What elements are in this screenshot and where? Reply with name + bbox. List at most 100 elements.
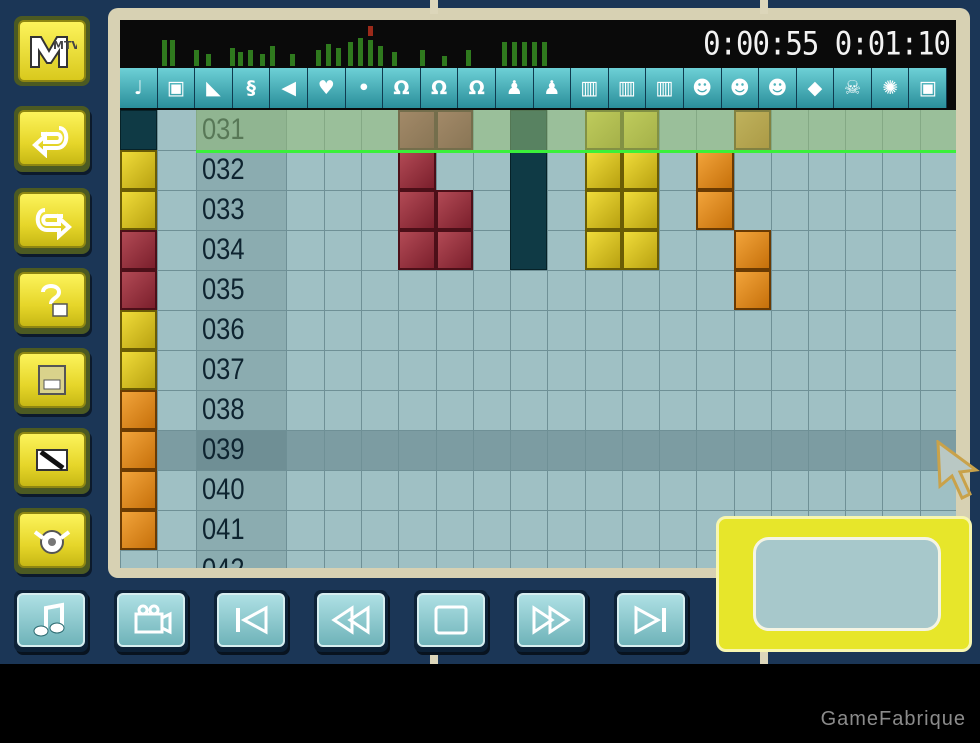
grid-line xyxy=(659,110,660,568)
note-block[interactable] xyxy=(398,230,436,270)
note-block[interactable] xyxy=(436,190,473,230)
face-icon[interactable]: ☻ xyxy=(759,68,797,108)
undo-arrow-icon xyxy=(32,126,69,158)
row-number-label: 036 xyxy=(202,313,245,346)
speaker-icon xyxy=(33,530,71,554)
frame-divider xyxy=(760,650,768,664)
paperclip-icon[interactable]: § xyxy=(232,68,271,108)
redo-button[interactable] xyxy=(14,188,90,254)
note-block[interactable] xyxy=(120,150,157,190)
note-block[interactable] xyxy=(120,510,157,550)
figure-icon[interactable]: ♟ xyxy=(533,68,572,108)
note-block[interactable] xyxy=(120,110,157,150)
note-icon[interactable]: ♩ xyxy=(120,68,158,108)
video-camera-icon xyxy=(134,604,172,635)
note-block[interactable] xyxy=(120,390,157,430)
frame-divider xyxy=(430,650,438,664)
note-block[interactable] xyxy=(622,190,659,230)
sequencer-panel: 0:00:55 0:01:10 ♩ ▣ ◣ § ◀ ♥ • Ω Ω Ω ♟ ♟ ▥ ▥ ▥ ☻ ☻ ☻ ◆ ☠ ✺ ▣ 0… xyxy=(108,8,970,578)
stop-icon xyxy=(434,605,468,635)
note-block[interactable] xyxy=(622,230,659,270)
grid-line xyxy=(882,110,883,568)
skip-start-button[interactable] xyxy=(214,590,288,652)
keyboard-icon[interactable]: ▥ xyxy=(608,68,647,108)
fast-forward-icon xyxy=(532,605,571,635)
grid-line xyxy=(196,110,197,568)
note-block[interactable] xyxy=(120,350,157,390)
sparkle-icon[interactable]: ✺ xyxy=(871,68,910,108)
rewind-icon xyxy=(331,605,370,635)
music-button[interactable] xyxy=(14,590,88,652)
headphones-icon[interactable]: Ω xyxy=(420,68,459,108)
speaker-button[interactable] xyxy=(14,508,90,574)
note-block[interactable] xyxy=(398,150,436,190)
note-block[interactable] xyxy=(120,310,157,350)
redo-arrow-icon xyxy=(35,208,72,240)
clapboard-icon[interactable]: ◣ xyxy=(195,68,233,108)
note-block[interactable] xyxy=(120,430,157,470)
grid-line xyxy=(473,110,474,568)
eraser-icon xyxy=(36,449,68,471)
note-block[interactable] xyxy=(585,190,622,230)
row-number-label: 034 xyxy=(202,233,245,266)
timer-total: 0:01:10 xyxy=(834,25,951,63)
note-block[interactable] xyxy=(585,230,622,270)
video-preview-frame xyxy=(716,516,972,652)
rewind-button[interactable] xyxy=(314,590,388,652)
note-block[interactable] xyxy=(734,230,771,270)
timer-current: 0:00:55 xyxy=(703,25,819,63)
note-block[interactable] xyxy=(622,150,659,190)
mtv-logo: MTV xyxy=(14,16,90,86)
face-icon[interactable]: ☻ xyxy=(721,68,760,108)
keyboard-icon[interactable]: ▥ xyxy=(571,68,609,108)
keyboard-icon[interactable]: ▥ xyxy=(646,68,684,108)
game-screen: MTV 0:00:55 0:01:10 ♩ ▣ ◣ § ◀ ♥ • Ω Ω Ω … xyxy=(0,0,980,664)
note-block[interactable] xyxy=(734,270,771,310)
note-block[interactable] xyxy=(120,270,157,310)
help-button[interactable] xyxy=(14,268,90,334)
row-number-label: 042 xyxy=(202,550,270,568)
note-block[interactable] xyxy=(120,230,157,270)
row-number-label: 041 xyxy=(202,513,245,546)
speaker-left-icon[interactable]: ◀ xyxy=(270,68,308,108)
skip-end-button[interactable] xyxy=(614,590,688,652)
camera-icon[interactable]: ▣ xyxy=(157,68,196,108)
grid-line xyxy=(286,110,287,568)
grid-line xyxy=(547,110,548,568)
note-block[interactable] xyxy=(120,190,157,230)
row-number-label: 032 xyxy=(202,153,245,186)
headphones-icon[interactable]: Ω xyxy=(458,68,496,108)
note-block[interactable] xyxy=(696,150,734,190)
grid-line xyxy=(845,110,846,568)
save-button[interactable] xyxy=(14,348,90,414)
skip-start-icon xyxy=(236,605,268,635)
dot-icon[interactable]: • xyxy=(345,68,384,108)
undo-button[interactable] xyxy=(14,106,90,172)
note-block[interactable] xyxy=(398,190,436,230)
video-button[interactable] xyxy=(114,590,188,652)
camera-icon[interactable]: ▣ xyxy=(909,68,948,108)
shapes-icon[interactable]: ◆ xyxy=(796,68,835,108)
frame-divider xyxy=(430,0,438,14)
note-block[interactable] xyxy=(696,190,734,230)
question-mark-icon xyxy=(41,284,68,317)
sequencer-grid[interactable]: 031032033034035036037038039040041042 xyxy=(120,110,956,568)
heart-icon[interactable]: ♥ xyxy=(307,68,346,108)
note-block[interactable] xyxy=(436,230,473,270)
face-icon[interactable]: ☻ xyxy=(683,68,722,108)
fast-forward-button[interactable] xyxy=(514,590,588,652)
playhead-row xyxy=(196,110,956,153)
video-preview-screen xyxy=(753,537,941,631)
track-header-row: ♩ ▣ ◣ § ◀ ♥ • Ω Ω Ω ♟ ♟ ▥ ▥ ▥ ☻ ☻ ☻ ◆ ☠ ✺ ▣ xyxy=(120,68,956,108)
skull-icon[interactable]: ☠ xyxy=(834,68,872,108)
figure-icon[interactable]: ♟ xyxy=(495,68,534,108)
music-note-icon xyxy=(33,602,65,637)
svg-text:MTV: MTV xyxy=(53,39,77,52)
headphones-icon[interactable]: Ω xyxy=(383,68,421,108)
note-block[interactable] xyxy=(120,470,157,510)
grid-line xyxy=(920,110,921,568)
note-block[interactable] xyxy=(585,150,622,190)
stop-button[interactable] xyxy=(414,590,488,652)
edit-button[interactable] xyxy=(14,428,90,494)
grid-line xyxy=(157,110,158,568)
